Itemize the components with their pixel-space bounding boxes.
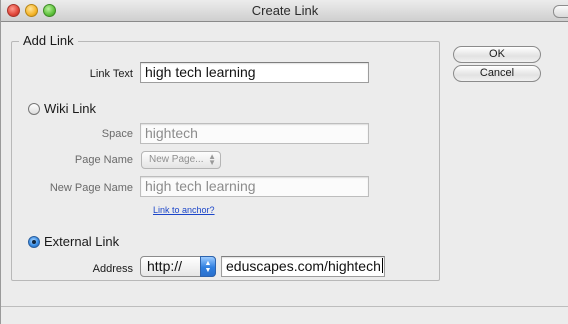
protocol-popup[interactable]: http:// ▲ ▼ bbox=[140, 256, 216, 277]
title-bar: Create Link bbox=[1, 0, 568, 22]
ok-button[interactable]: OK bbox=[453, 46, 541, 63]
link-text-label: Link Text bbox=[89, 68, 133, 80]
external-link-radio-label: External Link bbox=[44, 234, 120, 249]
address-input-value: eduscapes.com/hightech bbox=[226, 258, 381, 274]
text-cursor bbox=[381, 258, 383, 273]
external-link-radio-row[interactable]: External Link bbox=[28, 234, 119, 249]
add-link-group-title: Add Link bbox=[19, 33, 78, 48]
new-page-name-label: New Page Name bbox=[49, 182, 133, 194]
new-page-name-input[interactable]: high tech learning bbox=[140, 176, 369, 197]
wiki-link-radio-label: Wiki Link bbox=[44, 101, 97, 116]
wiki-link-radio[interactable] bbox=[28, 102, 40, 115]
address-label: Address bbox=[92, 263, 133, 275]
toolbar-toggle-icon[interactable] bbox=[553, 5, 568, 18]
space-label: Space bbox=[101, 128, 133, 140]
cancel-button[interactable]: Cancel bbox=[453, 65, 541, 82]
external-link-radio[interactable] bbox=[28, 235, 40, 248]
link-text-input[interactable]: high tech learning bbox=[140, 62, 369, 83]
wiki-link-radio-row[interactable]: Wiki Link bbox=[28, 101, 96, 116]
page-name-value: New Page... bbox=[149, 154, 204, 165]
page-name-label: Page Name bbox=[74, 154, 133, 166]
create-link-dialog: Create Link Add Link Link Text high tech… bbox=[0, 0, 568, 324]
footer-divider bbox=[1, 306, 568, 307]
page-name-stepper-icon: ▲ ▼ bbox=[208, 152, 216, 167]
window-title: Create Link bbox=[251, 3, 319, 18]
space-input[interactable]: hightech bbox=[140, 123, 369, 144]
link-to-anchor-link[interactable]: Link to anchor? bbox=[153, 205, 215, 215]
address-input[interactable]: eduscapes.com/hightech bbox=[221, 256, 385, 277]
protocol-stepper-icon: ▲ ▼ bbox=[200, 256, 216, 277]
protocol-value: http:// bbox=[147, 258, 183, 274]
page-name-popup[interactable]: New Page... ▲ ▼ bbox=[141, 151, 221, 169]
